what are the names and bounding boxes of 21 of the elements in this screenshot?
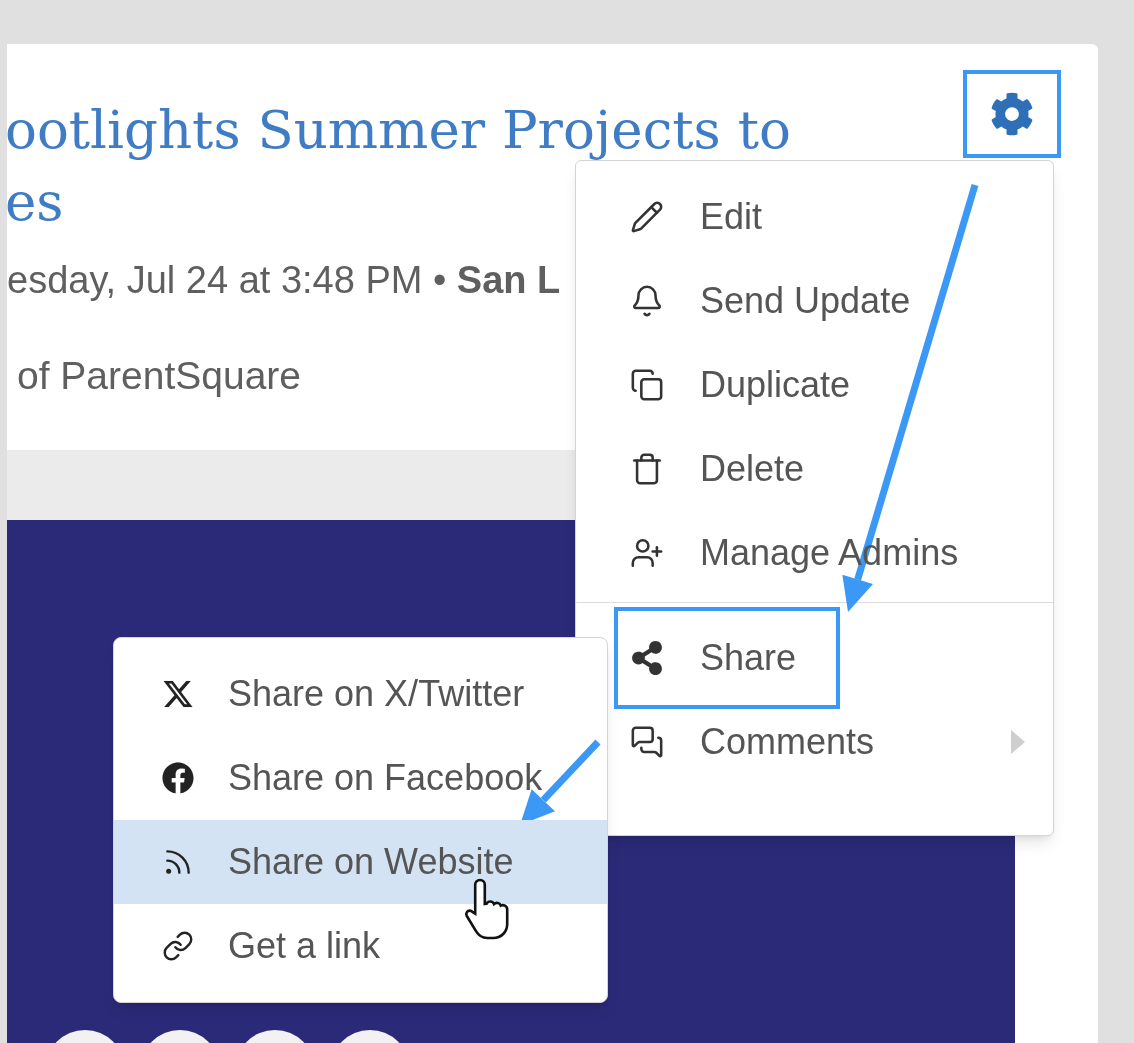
x-logo-icon bbox=[162, 678, 194, 710]
submenu-item[interactable]: Share on Facebook bbox=[114, 736, 607, 820]
link-icon bbox=[162, 930, 194, 962]
post-title[interactable]: es bbox=[5, 166, 64, 238]
submenu-item[interactable]: Share on X/Twitter bbox=[114, 652, 607, 736]
bell-icon bbox=[630, 284, 664, 318]
facebook-logo-icon bbox=[162, 762, 194, 794]
speech-bubbles-icon bbox=[630, 725, 664, 759]
share-icon bbox=[630, 641, 664, 675]
submenu-item[interactable]: Get a link bbox=[114, 904, 607, 988]
post-byline: of ParentSquare bbox=[17, 353, 302, 399]
submenu-item[interactable]: Share on Website bbox=[114, 820, 607, 904]
menu-item[interactable]: Share bbox=[614, 607, 841, 709]
settings-icon bbox=[990, 92, 1034, 136]
pencil-icon bbox=[630, 200, 664, 234]
user-plus-icon bbox=[630, 536, 664, 570]
copy-icon bbox=[630, 368, 664, 402]
trash-icon bbox=[630, 452, 664, 486]
post-title[interactable]: ootlights Summer Projects to bbox=[5, 94, 791, 166]
post-date-line: esday, Jul 24 at 3:48 PM • San L bbox=[7, 258, 561, 303]
settings-button[interactable] bbox=[963, 70, 1061, 158]
